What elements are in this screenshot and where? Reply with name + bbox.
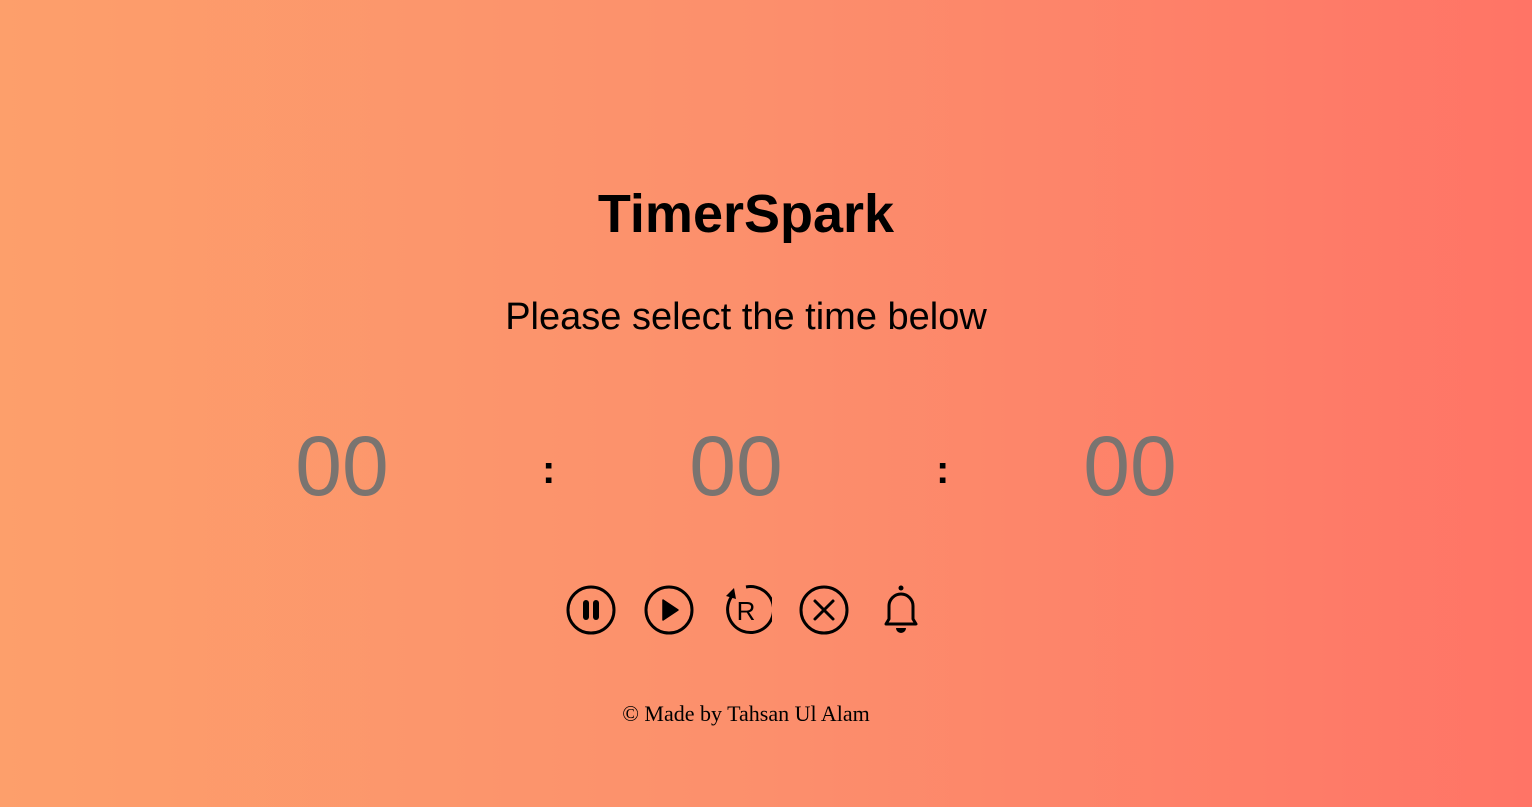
instruction-text: Please select the time below — [505, 296, 987, 338]
footer-credit: © Made by Tahsan Ul Alam — [622, 701, 870, 726]
seconds-input[interactable] — [1040, 418, 1220, 514]
minutes-input[interactable] — [646, 418, 826, 514]
stop-button[interactable] — [798, 584, 850, 636]
svg-text:R: R — [737, 596, 756, 626]
hours-input[interactable] — [252, 418, 432, 514]
play-button[interactable] — [643, 584, 695, 636]
alarm-button[interactable] — [876, 584, 928, 636]
pause-circle-icon — [566, 585, 616, 635]
pause-button[interactable] — [565, 584, 617, 636]
time-separator: : — [542, 448, 556, 492]
reset-circle-icon: R — [726, 585, 772, 635]
bell-icon — [884, 585, 918, 633]
play-circle-icon — [644, 585, 694, 635]
app-title: TimerSpark — [597, 184, 895, 244]
time-separator: : — [936, 448, 950, 492]
reset-button[interactable]: R — [720, 584, 772, 636]
close-circle-icon — [799, 585, 849, 635]
